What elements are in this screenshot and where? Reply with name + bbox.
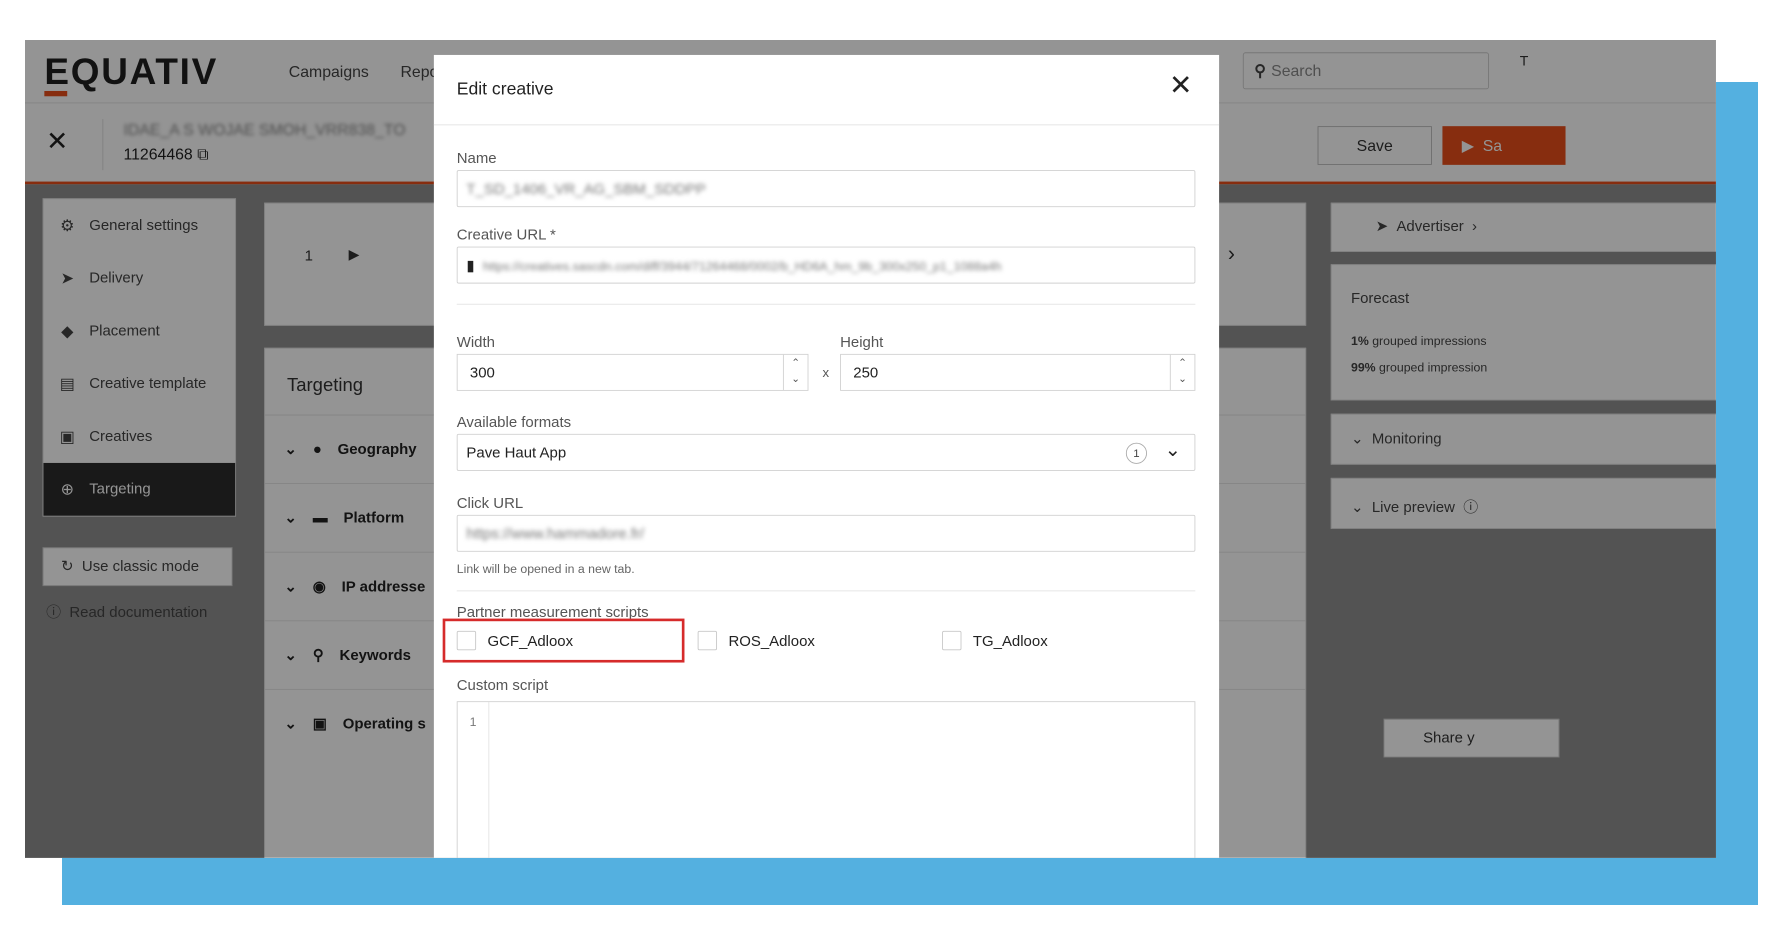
width-value: 300 (469, 364, 495, 382)
edit-creative-modal: Edit creative ✕ Name T_SD_1406_VR_AG_SBM… (433, 54, 1220, 858)
formats-count-badge: 1 (1125, 442, 1147, 464)
close-icon[interactable]: ✕ (1169, 71, 1193, 99)
custom-script-label: Custom script (456, 676, 549, 694)
height-stepper[interactable]: ⌃ ⌄ (1169, 354, 1195, 390)
name-label: Name (456, 149, 497, 167)
click-url-value: https://www.hammadore.fr/ (466, 525, 645, 543)
chevron-down-icon[interactable]: ⌄ (1165, 438, 1181, 461)
click-url-hint: Link will be opened in a new tab. (456, 561, 635, 576)
file-icon: ▮ (466, 257, 475, 274)
line-number: 1 (458, 702, 490, 858)
formats-select[interactable]: Pave Haut App 1 ⌄ (456, 433, 1196, 471)
screenshot-window: EQUATIV Campaigns Repo ⚲ Search T ✕ IDAE_… (25, 40, 1716, 858)
click-url-field[interactable]: https://www.hammadore.fr/ (456, 514, 1196, 552)
custom-script-editor[interactable]: 1 (456, 701, 1196, 858)
click-url-label: Click URL (456, 494, 524, 512)
width-label: Width (456, 333, 495, 351)
height-label: Height (840, 333, 884, 351)
formats-value: Pave Haut App (466, 444, 567, 462)
height-input[interactable]: 250 ⌃ ⌄ (840, 353, 1196, 391)
width-stepper[interactable]: ⌃ ⌄ (782, 354, 808, 390)
checkbox-tg-adloox[interactable] (942, 630, 962, 651)
modal-header: Edit creative ✕ (433, 55, 1220, 126)
checkbox-ros-adloox[interactable] (697, 630, 718, 651)
formats-label: Available formats (456, 413, 572, 431)
script-label-tg-adloox: TG_Adloox (972, 632, 1048, 650)
script-label-ros-adloox: ROS_Adloox (728, 632, 815, 650)
dimension-separator: x (822, 365, 830, 381)
name-value: T_SD_1406_VR_AG_SBM_SDDPP (466, 180, 706, 198)
creative-url-label: Creative URL * (456, 226, 556, 244)
height-value: 250 (853, 364, 879, 382)
creative-url-value: https://creatives.sascdn.com/diff/3944/7… (482, 258, 1002, 274)
creative-url-field[interactable]: ▮ https://creatives.sascdn.com/diff/3944… (456, 246, 1196, 284)
separator (456, 590, 1196, 592)
highlight-box (442, 618, 685, 663)
width-input[interactable]: 300 ⌃ ⌄ (456, 353, 809, 391)
modal-title: Edit creative (456, 79, 554, 99)
separator (456, 303, 1196, 305)
name-field[interactable]: T_SD_1406_VR_AG_SBM_SDDPP (456, 170, 1196, 208)
